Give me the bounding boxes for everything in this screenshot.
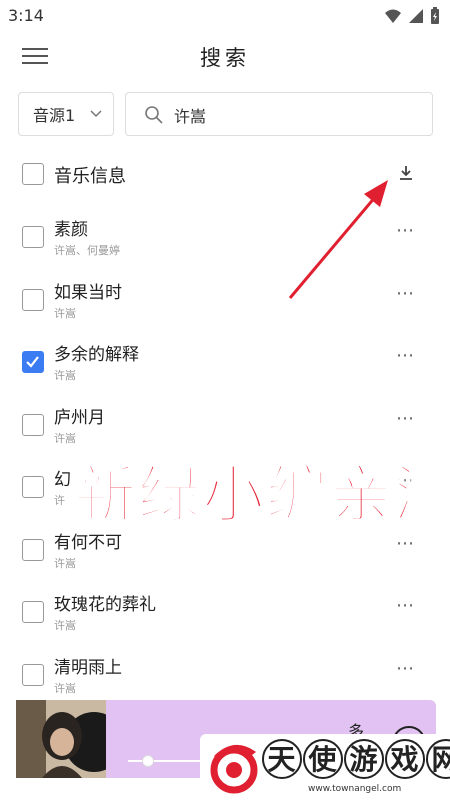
- signal-icon: [409, 9, 423, 23]
- song-row[interactable]: 有何不可 许嵩 ⋯: [0, 526, 450, 588]
- song-artist: 许嵩: [54, 681, 76, 695]
- song-title: 清明雨上: [54, 657, 122, 678]
- list-header-label: 音乐信息: [54, 166, 126, 187]
- song-row[interactable]: 如果当时许嵩 ⋯: [0, 276, 450, 338]
- wm-char: 使: [303, 739, 343, 779]
- more-options-icon[interactable]: ⋯: [396, 347, 420, 365]
- search-row: 音源1: [0, 92, 450, 136]
- progress-knob[interactable]: [142, 755, 154, 767]
- song-artist: 许嵩: [54, 619, 76, 632]
- song-artist: 许嵩: [54, 431, 76, 445]
- album-art[interactable]: [16, 700, 106, 778]
- checkmark-icon: [26, 356, 39, 368]
- song-title: 如果当时: [54, 282, 122, 303]
- song-title: 玫瑰花的葬礼: [54, 595, 156, 615]
- status-bar: 3:14: [0, 0, 450, 32]
- wm-char: 游: [344, 739, 384, 779]
- more-options-icon[interactable]: ⋯: [396, 222, 420, 240]
- search-box[interactable]: [125, 92, 433, 136]
- download-icon[interactable]: [398, 164, 414, 182]
- song-artist: 许嵩: [54, 369, 76, 382]
- select-all-checkbox[interactable]: [22, 163, 44, 185]
- song-checkbox[interactable]: [22, 226, 44, 248]
- wm-char: 戏: [385, 739, 425, 779]
- song-checkbox[interactable]: [22, 601, 44, 623]
- song-checkbox-checked[interactable]: [22, 351, 44, 373]
- song-title: 幻: [54, 470, 71, 490]
- wm-char: 网: [426, 739, 450, 779]
- song-checkbox[interactable]: [22, 538, 44, 561]
- status-icons: [384, 7, 440, 25]
- more-options-icon[interactable]: ⋯: [396, 534, 420, 553]
- song-artist: 许嵩: [54, 306, 76, 320]
- song-checkbox[interactable]: [22, 288, 44, 311]
- song-row[interactable]: 素颜许嵩、何曼婷 ⋯: [0, 213, 450, 275]
- list-header: 音乐信息: [0, 152, 450, 196]
- wifi-icon: [385, 9, 401, 23]
- page-title: 搜索: [200, 46, 250, 70]
- search-input[interactable]: [174, 101, 414, 129]
- song-artist: 许嵩、何曼婷: [54, 244, 120, 257]
- song-title: 庐州月: [54, 407, 105, 428]
- source-select[interactable]: 音源1: [18, 92, 114, 136]
- watermark: 天使游戏网 www.townangel.com: [200, 734, 450, 800]
- album-art-image: [16, 700, 106, 778]
- song-artist: 许: [54, 494, 65, 507]
- source-select-label: 音源1: [33, 106, 76, 125]
- song-checkbox[interactable]: [22, 476, 44, 498]
- status-time: 3:14: [8, 6, 44, 25]
- song-artist: 许嵩: [54, 556, 76, 570]
- search-icon: [145, 106, 163, 124]
- song-row[interactable]: 玫瑰花的葬礼许嵩 ⋯: [0, 588, 450, 650]
- song-title: 多余的解释: [54, 345, 139, 365]
- song-row[interactable]: 多余的解释许嵩 ⋯: [0, 338, 450, 400]
- song-checkbox[interactable]: [22, 663, 44, 686]
- wm-char: 天: [262, 739, 302, 779]
- app-bar: 搜索: [0, 32, 450, 80]
- watermark-text: 天使游戏网: [262, 738, 450, 779]
- more-options-icon[interactable]: ⋯: [396, 284, 420, 303]
- more-options-icon[interactable]: ⋯: [396, 597, 420, 615]
- more-options-icon[interactable]: ⋯: [396, 409, 420, 428]
- song-title: 素颜: [54, 220, 88, 240]
- overlay-caption: 新绿小编亲测: [73, 457, 450, 532]
- song-checkbox[interactable]: [22, 413, 44, 436]
- watermark-logo-icon: [210, 744, 258, 794]
- more-options-icon[interactable]: ⋯: [396, 659, 420, 678]
- watermark-url: www.townangel.com: [308, 784, 402, 794]
- chevron-down-icon: [90, 110, 102, 118]
- battery-icon: [431, 7, 439, 24]
